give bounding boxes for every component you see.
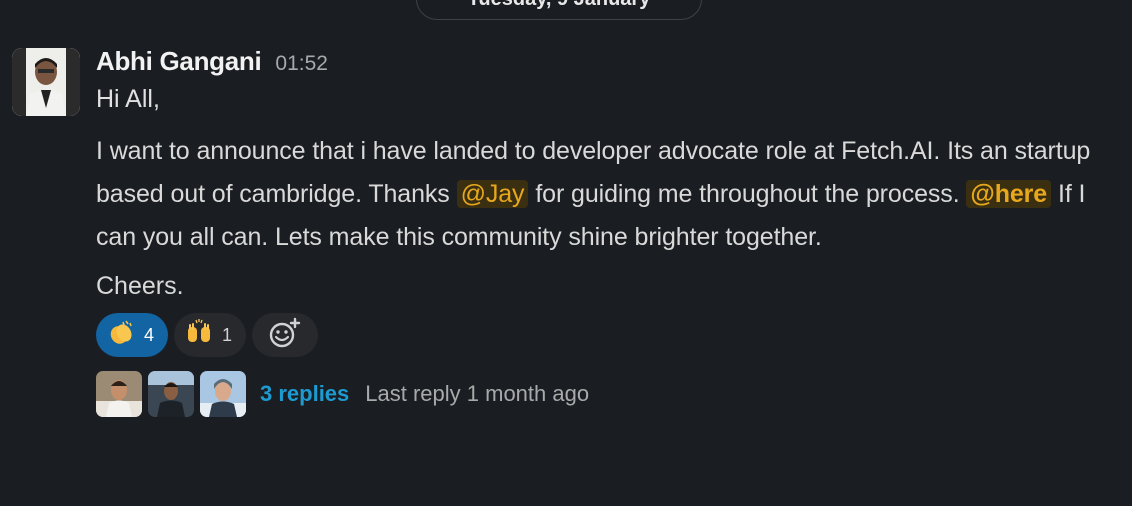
mention-here[interactable]: @here <box>966 180 1052 208</box>
replies-link[interactable]: 3 replies <box>260 381 349 407</box>
raising-hands-icon <box>184 318 214 353</box>
date-divider[interactable]: Tuesday, 9 January <box>416 0 702 20</box>
reply-avatar <box>200 371 246 417</box>
message-content: Abhi Gangani 01:52 Hi All, I want to ann… <box>96 46 1106 417</box>
reaction-count: 1 <box>222 324 233 345</box>
author-name[interactable]: Abhi Gangani <box>96 46 262 77</box>
add-emoji-icon <box>268 317 302 354</box>
mention-jay[interactable]: @Jay <box>456 180 529 208</box>
reactions-bar: 4 1 <box>96 313 1106 357</box>
reply-avatar <box>148 371 194 417</box>
reaction-count: 4 <box>144 324 155 345</box>
message-signoff: Cheers. <box>96 272 184 300</box>
message-timestamp[interactable]: 01:52 <box>275 52 328 76</box>
avatar[interactable] <box>12 48 80 116</box>
clapping-hands-icon <box>106 318 136 353</box>
thread-summary[interactable]: 3 replies Last reply 1 month ago <box>96 371 1106 417</box>
reaction-raising-hands[interactable]: 1 <box>174 313 247 357</box>
message-header: Abhi Gangani 01:52 <box>96 46 1106 80</box>
reply-avatar <box>96 371 142 417</box>
body-text-part2: for guiding me throughout the process. <box>535 180 960 208</box>
last-reply-text: Last reply 1 month ago <box>365 381 590 406</box>
message-greeting: Hi All, <box>96 85 160 113</box>
add-reaction-button[interactable] <box>252 313 319 357</box>
reaction-clapping-hands[interactable]: 4 <box>96 313 169 357</box>
message-body: I want to announce that i have landed to… <box>96 130 1106 259</box>
